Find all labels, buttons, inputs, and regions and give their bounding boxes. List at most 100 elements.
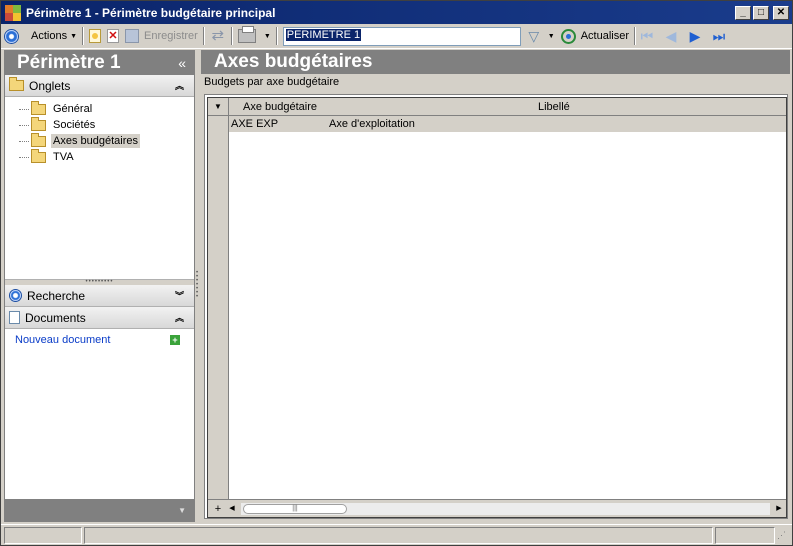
horizontal-scrollbar[interactable]: ||| [241,502,770,515]
status-cell [4,526,82,544]
tree-item-label: Sociétés [53,119,96,131]
navigation-pane: Périmètre 1 « Onglets ︽ Général Sociétés… [4,50,195,522]
add-icon[interactable]: + [170,335,180,345]
toolbar-separator [275,27,278,45]
filter-icon: ▽ [528,28,540,44]
app-logo-icon [5,4,21,21]
grid-footer: + ◀ ||| ▶ [208,499,786,517]
table-row[interactable]: AXE EXP Axe d'exploitation [229,116,786,132]
onglets-section-header[interactable]: Onglets ︽ [5,75,194,97]
navigation-pane-footer: ▼ [5,499,194,521]
sync-button[interactable]: ⇄ [207,25,229,47]
actions-menu-button[interactable]: Actions ▼ [28,25,80,47]
chevron-down-icon: ▼ [70,32,78,40]
tree-item-label: Général [53,103,93,115]
row-selector-column [208,116,229,499]
add-row-button[interactable]: + [211,502,225,516]
chevron-up-icon[interactable]: ︽ [175,311,184,324]
save-icon [125,29,140,43]
scrollbar-thumb[interactable]: ||| [243,503,347,514]
cell-axe[interactable]: AXE EXP [229,118,329,130]
tree-item-tva[interactable]: TVA [15,148,194,165]
column-header-libelle[interactable]: Libellé [524,98,786,115]
chevron-down-icon: ▼ [547,32,555,40]
record-selector-value: PERIMETRE 1 [285,28,362,41]
content-title: Axes budgétaires [214,51,373,72]
record-selector-input[interactable]: PERIMETRE 1 [282,26,521,46]
toolbar-separator [230,27,233,45]
folder-icon [31,116,46,131]
actualiser-label: Actualiser [580,30,629,42]
home-button[interactable] [1,25,22,47]
minimize-button[interactable]: _ [735,5,751,20]
nouveau-document-link[interactable]: Nouveau document [15,334,110,346]
refresh-icon [560,28,576,44]
chevron-up-icon[interactable]: ︽ [175,79,184,92]
documents-section-header[interactable]: Documents ︽ [5,307,194,329]
home-icon [4,28,19,44]
cell-libelle[interactable]: Axe d'exploitation [329,118,786,130]
search-icon [9,289,22,302]
sync-icon: ⇄ [211,27,225,44]
toolbar: Actions ▼ ✕ Enregistrer ⇄ ▼ PERIMETRE 1 … [1,24,792,49]
tree-item-label: TVA [53,151,74,163]
grid-body: AXE EXP Axe d'exploitation [208,116,786,499]
scroll-left-button[interactable]: ◀ [225,502,239,516]
toolbar-separator [202,27,205,45]
actions-label: Actions [31,30,68,42]
chevron-down-icon: ▼ [263,32,271,40]
status-bar: ⋰ [1,524,792,545]
grid-header: ▼ Axe budgétaire Libellé [208,98,786,116]
close-button[interactable]: ✕ [773,5,789,20]
print-button[interactable]: ▼ [235,25,274,47]
status-cell [715,526,775,544]
title-bar[interactable]: Périmètre 1 - Périmètre budgétaire princ… [1,1,792,24]
navigation-pane-header: Périmètre 1 « [5,51,194,75]
recherche-section-header[interactable]: Recherche ︾ [5,285,194,307]
delete-icon: ✕ [107,29,120,43]
filter-button[interactable]: ▽ ▼ [523,25,558,47]
content-header: Axes budgétaires [201,50,790,74]
toolbar-separator [82,27,85,45]
folder-icon [31,148,46,163]
next-record-button[interactable]: ▶ [686,27,704,45]
last-record-button[interactable]: ⏭ [710,27,728,45]
tree-item-general[interactable]: Général [15,100,194,117]
tree-item-label: Axes budgétaires [51,134,140,148]
open-folder-icon [31,132,46,147]
actualiser-button[interactable]: Actualiser [558,25,632,47]
previous-record-button[interactable]: ◀ [662,27,680,45]
save-button[interactable]: Enregistrer [122,25,201,47]
window-title: Périmètre 1 - Périmètre budgétaire princ… [26,5,276,20]
onglets-label: Onglets [29,78,71,93]
resize-grip-icon[interactable]: ⋰ [777,529,789,541]
maximize-button[interactable]: □ [753,5,769,20]
status-cell [84,526,713,544]
tree-item-societes[interactable]: Sociétés [15,116,194,133]
toolbar-separator [633,27,636,45]
new-document-icon [89,29,102,43]
printer-icon [237,26,256,43]
column-header-axe[interactable]: Axe budgétaire [229,98,524,115]
recherche-label: Recherche [27,288,86,303]
new-button[interactable] [86,25,104,47]
scroll-right-button[interactable]: ▶ [772,502,786,516]
collapse-pane-button[interactable]: « [178,55,186,71]
delete-button[interactable]: ✕ [104,25,122,47]
folder-icon [31,100,46,115]
tree-item-axes-budgetaires[interactable]: Axes budgétaires [15,132,194,149]
tabs-tree: Général Sociétés Axes budgétaires TVA [5,97,194,279]
save-label: Enregistrer [144,30,198,42]
chevron-down-icon[interactable]: ▼ [178,506,186,515]
first-record-button[interactable]: ⏮ [638,27,656,45]
document-icon [9,311,20,324]
vertical-splitter-handle[interactable]: • • • • • • • [196,270,199,306]
content-pane: Axes budgétaires Budgets par axe budgéta… [201,50,790,522]
app-window: Périmètre 1 - Périmètre budgétaire princ… [0,0,793,546]
group-label: Budgets par axe budgétaire [204,76,340,88]
documents-label: Documents [25,310,86,325]
folder-icon [9,77,24,91]
chevron-down-icon[interactable]: ︾ [175,289,184,302]
column-chooser-button[interactable]: ▼ [208,98,229,115]
grid-frame: ▼ Axe budgétaire Libellé AXE EXP Axe d'e… [204,94,788,519]
